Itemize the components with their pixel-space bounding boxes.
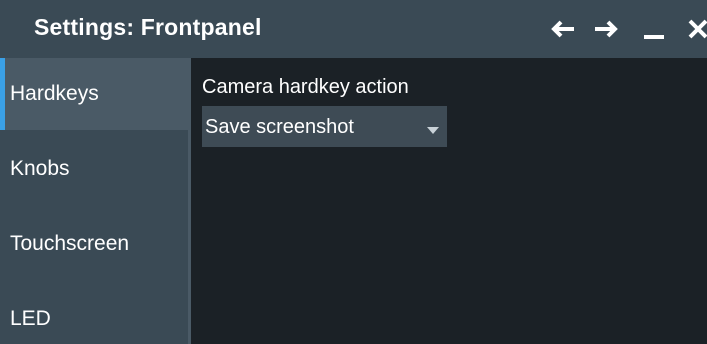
- camera-hardkey-select[interactable]: Save screenshot: [202, 106, 447, 147]
- sidebar-item-knobs[interactable]: Knobs: [0, 133, 188, 205]
- sidebar-item-label: Hardkeys: [10, 82, 99, 105]
- sidebar-item-label: LED: [10, 307, 51, 330]
- forward-arrow-icon: [593, 19, 619, 39]
- sidebar-item-label: Knobs: [10, 157, 70, 180]
- window-title: Settings: Frontpanel: [34, 14, 262, 40]
- close-icon: [687, 18, 707, 40]
- forward-button[interactable]: [591, 14, 621, 44]
- sidebar-item-label: Touchscreen: [10, 232, 130, 255]
- close-button[interactable]: [683, 14, 707, 44]
- hardkeys-panel: Camera hardkey action Save screenshot: [191, 58, 707, 344]
- sidebar-item-led[interactable]: LED: [0, 283, 188, 344]
- back-arrow-icon: [550, 19, 576, 39]
- minimize-icon: [642, 17, 666, 41]
- sidebar-item-hardkeys[interactable]: Hardkeys: [0, 58, 188, 130]
- chevron-down-icon: [427, 122, 439, 134]
- back-button[interactable]: [548, 14, 578, 44]
- camera-hardkey-value: Save screenshot: [205, 116, 354, 138]
- sidebar-item-touchscreen[interactable]: Touchscreen: [0, 208, 188, 280]
- settings-window: Settings: Frontpanel Hardkeys Knobs Touc…: [0, 0, 707, 344]
- settings-sidebar: Hardkeys Knobs Touchscreen LED: [0, 58, 188, 344]
- camera-hardkey-label: Camera hardkey action: [202, 76, 409, 98]
- title-bar[interactable]: Settings: Frontpanel: [0, 0, 707, 58]
- minimize-button[interactable]: [639, 14, 669, 44]
